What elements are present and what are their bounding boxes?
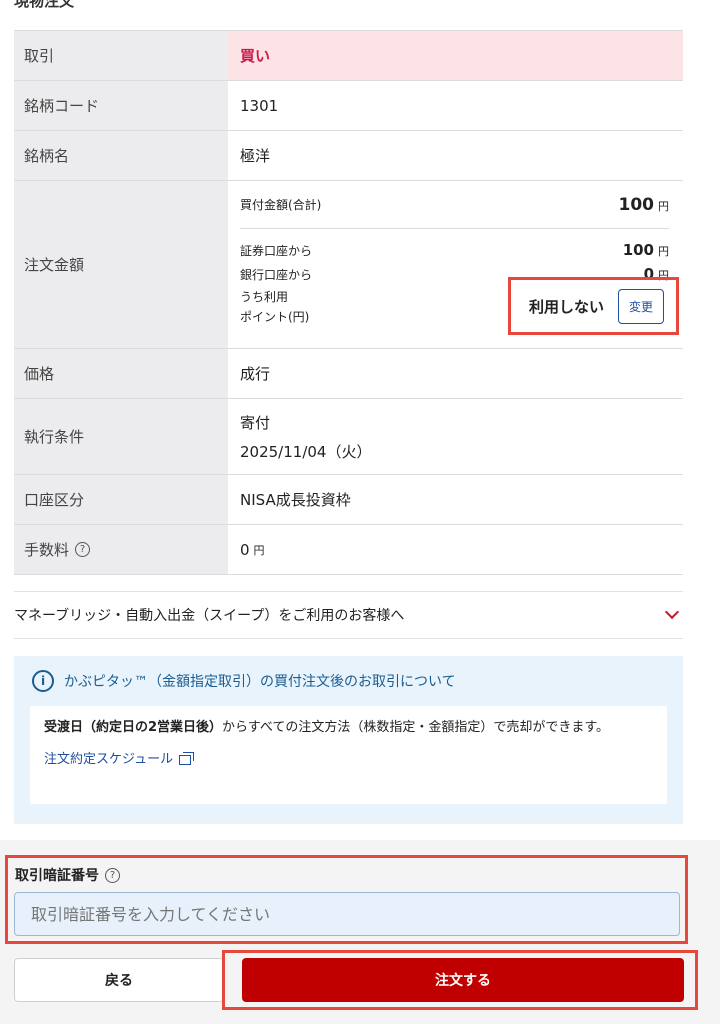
point-label-1: うち利用 — [240, 290, 289, 304]
info-panel: i かぶピタッ™（金額指定取引）の買付注文後のお取引について 受渡日（約定日の2… — [14, 656, 683, 824]
name-value: 極洋 — [240, 147, 271, 165]
info-heading: i かぶピタッ™（金額指定取引）の買付注文後のお取引について — [32, 670, 667, 692]
account-label: 口座区分 — [14, 475, 228, 524]
info-body-rest: からすべての注文方法（株数指定・金額指定）で売却ができます。 — [222, 720, 610, 735]
securities-line: 証券口座から 100 円 — [240, 241, 669, 259]
pin-label: 取引暗証番号 — [15, 868, 99, 884]
change-button[interactable]: 変更 — [618, 288, 665, 324]
code-label: 銘柄コード — [14, 81, 228, 130]
amount-label: 注文金額 — [14, 181, 228, 348]
trade-label: 取引 — [14, 31, 228, 80]
schedule-link[interactable]: 注文約定スケジュール — [44, 750, 653, 770]
row-fee: 手数料 ? 0円 — [14, 525, 683, 575]
pin-section: 取引暗証番号 ? — [5, 855, 688, 944]
row-trade: 取引 買い — [14, 31, 683, 81]
external-link-icon — [179, 752, 195, 765]
trade-value: 買い — [228, 31, 683, 80]
pin-help-icon[interactable]: ? — [105, 867, 120, 883]
sweep-label: マネーブリッジ・自動入出金（スイープ）をご利用のお客様へ — [14, 608, 405, 624]
condition-value: 寄付 — [240, 413, 271, 432]
row-price: 価格 成行 — [14, 349, 683, 399]
bank-label: 銀行口座から — [240, 268, 313, 282]
point-label-2: ポイント(円) — [240, 310, 310, 324]
order-table: 取引 買い 銘柄コード 1301 銘柄名 極洋 注文金額 買付金額(合計) 10… — [14, 30, 683, 575]
info-body: 受渡日（約定日の2営業日後）からすべての注文方法（株数指定・金額指定）で売却がで… — [44, 718, 653, 738]
info-card: 受渡日（約定日の2営業日後）からすべての注文方法（株数指定・金額指定）で売却がで… — [30, 706, 667, 804]
amount-total-label: 買付金額(合計) — [240, 198, 322, 212]
pin-label-row: 取引暗証番号 ? — [15, 865, 120, 885]
point-label: うち利用 ポイント(円) — [240, 287, 309, 327]
submit-highlight: 注文する — [222, 950, 698, 1010]
row-amount: 注文金額 買付金額(合計) 100 円 証券口座から 100 円 銀行口座から 0円… — [14, 181, 683, 349]
row-condition: 執行条件 寄付 2025/11/04（火） — [14, 399, 683, 475]
point-line: うち利用 ポイント(円) 利用しない 変更 — [240, 277, 679, 335]
fee-value: 0 — [240, 540, 250, 559]
sweep-accordion[interactable]: マネーブリッジ・自動入出金（スイープ）をご利用のお客様へ — [14, 591, 683, 639]
point-status: 利用しない — [529, 297, 605, 316]
point-usage-box: 利用しない 変更 — [508, 277, 679, 335]
amount-total-value: 100 — [618, 194, 655, 215]
pin-input[interactable] — [14, 892, 680, 936]
price-value: 成行 — [240, 365, 271, 383]
code-value: 1301 — [240, 96, 279, 115]
help-icon[interactable]: ? — [75, 542, 91, 557]
amount-total-line: 買付金額(合計) 100 円 — [240, 181, 669, 229]
securities-value: 100 — [622, 241, 654, 259]
info-body-bold: 受渡日（約定日の2営業日後） — [44, 720, 223, 735]
fee-label: 手数料 — [24, 541, 70, 559]
row-account: 口座区分 NISA成長投資枠 — [14, 475, 683, 525]
row-name: 銘柄名 極洋 — [14, 131, 683, 181]
condition-label: 執行条件 — [14, 399, 228, 474]
schedule-link-label: 注文約定スケジュール — [44, 752, 174, 767]
amount-unit: 円 — [658, 199, 669, 213]
condition-cell: 寄付 2025/11/04（火） — [228, 399, 683, 474]
back-button[interactable]: 戻る — [14, 958, 224, 1002]
fee-unit: 円 — [253, 543, 265, 557]
account-value: NISA成長投資枠 — [240, 491, 351, 509]
price-label: 価格 — [14, 349, 228, 398]
condition-date: 2025/11/04（火） — [240, 442, 372, 461]
securities-label: 証券口座から — [240, 244, 313, 258]
fee-label-cell: 手数料 ? — [14, 525, 228, 574]
name-label: 銘柄名 — [14, 131, 228, 180]
info-icon: i — [32, 670, 54, 692]
page-title: 現物注文 — [14, 0, 75, 10]
securities-unit: 円 — [658, 245, 669, 258]
amount-block: 買付金額(合計) 100 円 証券口座から 100 円 銀行口座から 0円 うち利用… — [228, 181, 683, 348]
row-code: 銘柄コード 1301 — [14, 81, 683, 131]
info-title: かぶピタッ™（金額指定取引）の買付注文後のお取引について — [64, 674, 456, 690]
chevron-down-icon — [664, 604, 680, 620]
submit-order-button[interactable]: 注文する — [242, 958, 684, 1002]
fee-cell: 0円 — [228, 525, 683, 574]
